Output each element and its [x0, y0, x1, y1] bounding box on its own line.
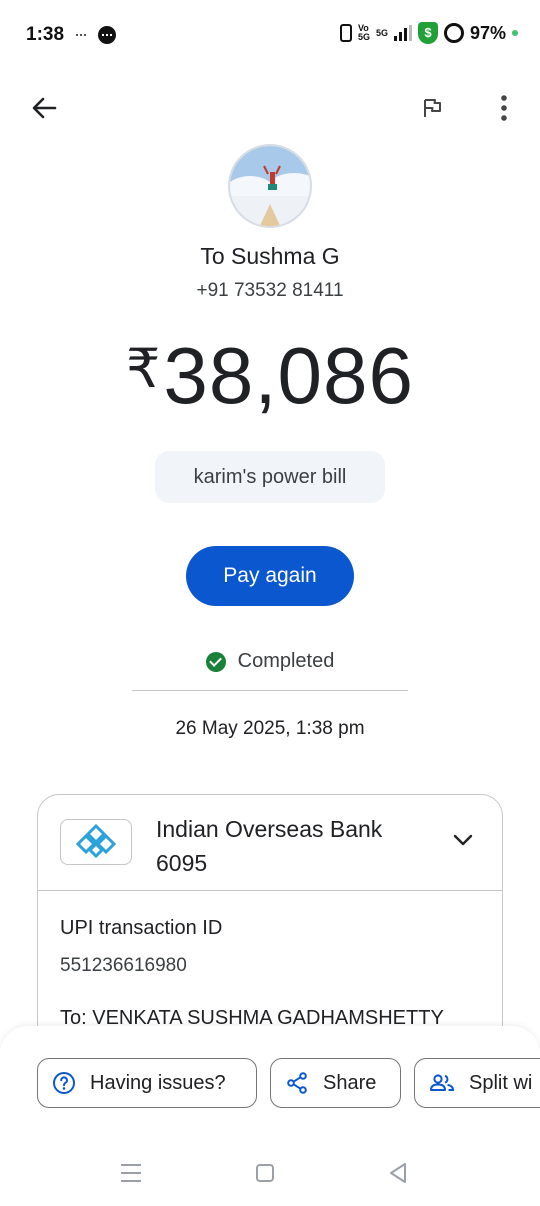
status-icons: Vo 5G 5G $ 97% — [339, 22, 518, 44]
pay-again-button[interactable]: Pay again — [186, 546, 354, 606]
bank-name: Indian Overseas Bank — [156, 816, 383, 842]
back-button[interactable] — [22, 84, 66, 132]
divider — [132, 690, 408, 691]
top-app-bar — [0, 84, 540, 134]
group-icon — [430, 1074, 455, 1091]
recents-button[interactable] — [121, 1164, 141, 1182]
share-button[interactable]: Share — [270, 1058, 401, 1108]
check-circle-icon — [205, 651, 226, 672]
volte-indicator: Vo 5G — [357, 23, 370, 42]
bank-account-suffix: 6095 — [156, 850, 208, 876]
status-time: 1:38 — [26, 24, 65, 45]
bank-logo — [60, 819, 132, 865]
share-label: Share — [323, 1071, 377, 1094]
nav-back-button[interactable] — [388, 1162, 408, 1184]
help-circle-icon — [53, 1072, 75, 1094]
transaction-datetime: 26 May 2025, 1:38 pm — [175, 718, 365, 739]
avatar-image — [230, 146, 310, 226]
more-vert-icon — [501, 95, 507, 121]
report-flag-button[interactable] — [410, 84, 454, 132]
flag-icon — [424, 99, 441, 117]
notification-dots-icon — [76, 34, 86, 37]
arrow-left-icon — [32, 97, 57, 119]
having-issues-button[interactable]: Having issues? — [37, 1058, 257, 1108]
privacy-dot-icon — [512, 30, 518, 36]
payment-amount: ₹38,086 — [0, 330, 540, 422]
payment-note: karim's power bill — [155, 451, 385, 503]
chevron-down-icon — [453, 834, 473, 846]
status-bar: 1:38 Vo 5G 5G $ 97% — [0, 0, 540, 70]
iob-logo-icon — [75, 824, 117, 859]
expand-chevron-button[interactable] — [448, 825, 478, 855]
split-label: Split wi — [469, 1071, 533, 1094]
vibrate-icon — [339, 24, 352, 42]
more-options-button[interactable] — [482, 84, 526, 132]
split-button[interactable]: Split wi — [414, 1058, 540, 1108]
bank-header-toggle[interactable]: Indian Overseas Bank 6095 — [38, 795, 502, 891]
network-5g-indicator: 5G — [375, 27, 388, 38]
having-issues-label: Having issues? — [90, 1071, 226, 1094]
amount-value: 38,086 — [163, 331, 415, 420]
status-label: Completed — [237, 650, 335, 672]
system-navigation-bar — [0, 1140, 540, 1206]
battery-percent: 97% — [469, 22, 506, 43]
signal-icon — [393, 25, 412, 41]
payee-name: To Sushma G — [200, 243, 340, 269]
security-shield-icon: $ — [417, 22, 438, 44]
payee-avatar — [228, 144, 312, 228]
home-button[interactable] — [256, 1164, 274, 1182]
message-notification-icon — [98, 26, 116, 44]
currency-symbol: ₹ — [125, 339, 162, 399]
transaction-status: Completed — [0, 650, 540, 673]
battery-icon — [443, 23, 464, 43]
share-icon — [287, 1072, 307, 1094]
payee-phone: +91 73532 81411 — [196, 280, 344, 301]
upi-transaction-id-value: 551236616980 — [60, 955, 187, 976]
upi-transaction-id-label: UPI transaction ID — [60, 917, 223, 939]
